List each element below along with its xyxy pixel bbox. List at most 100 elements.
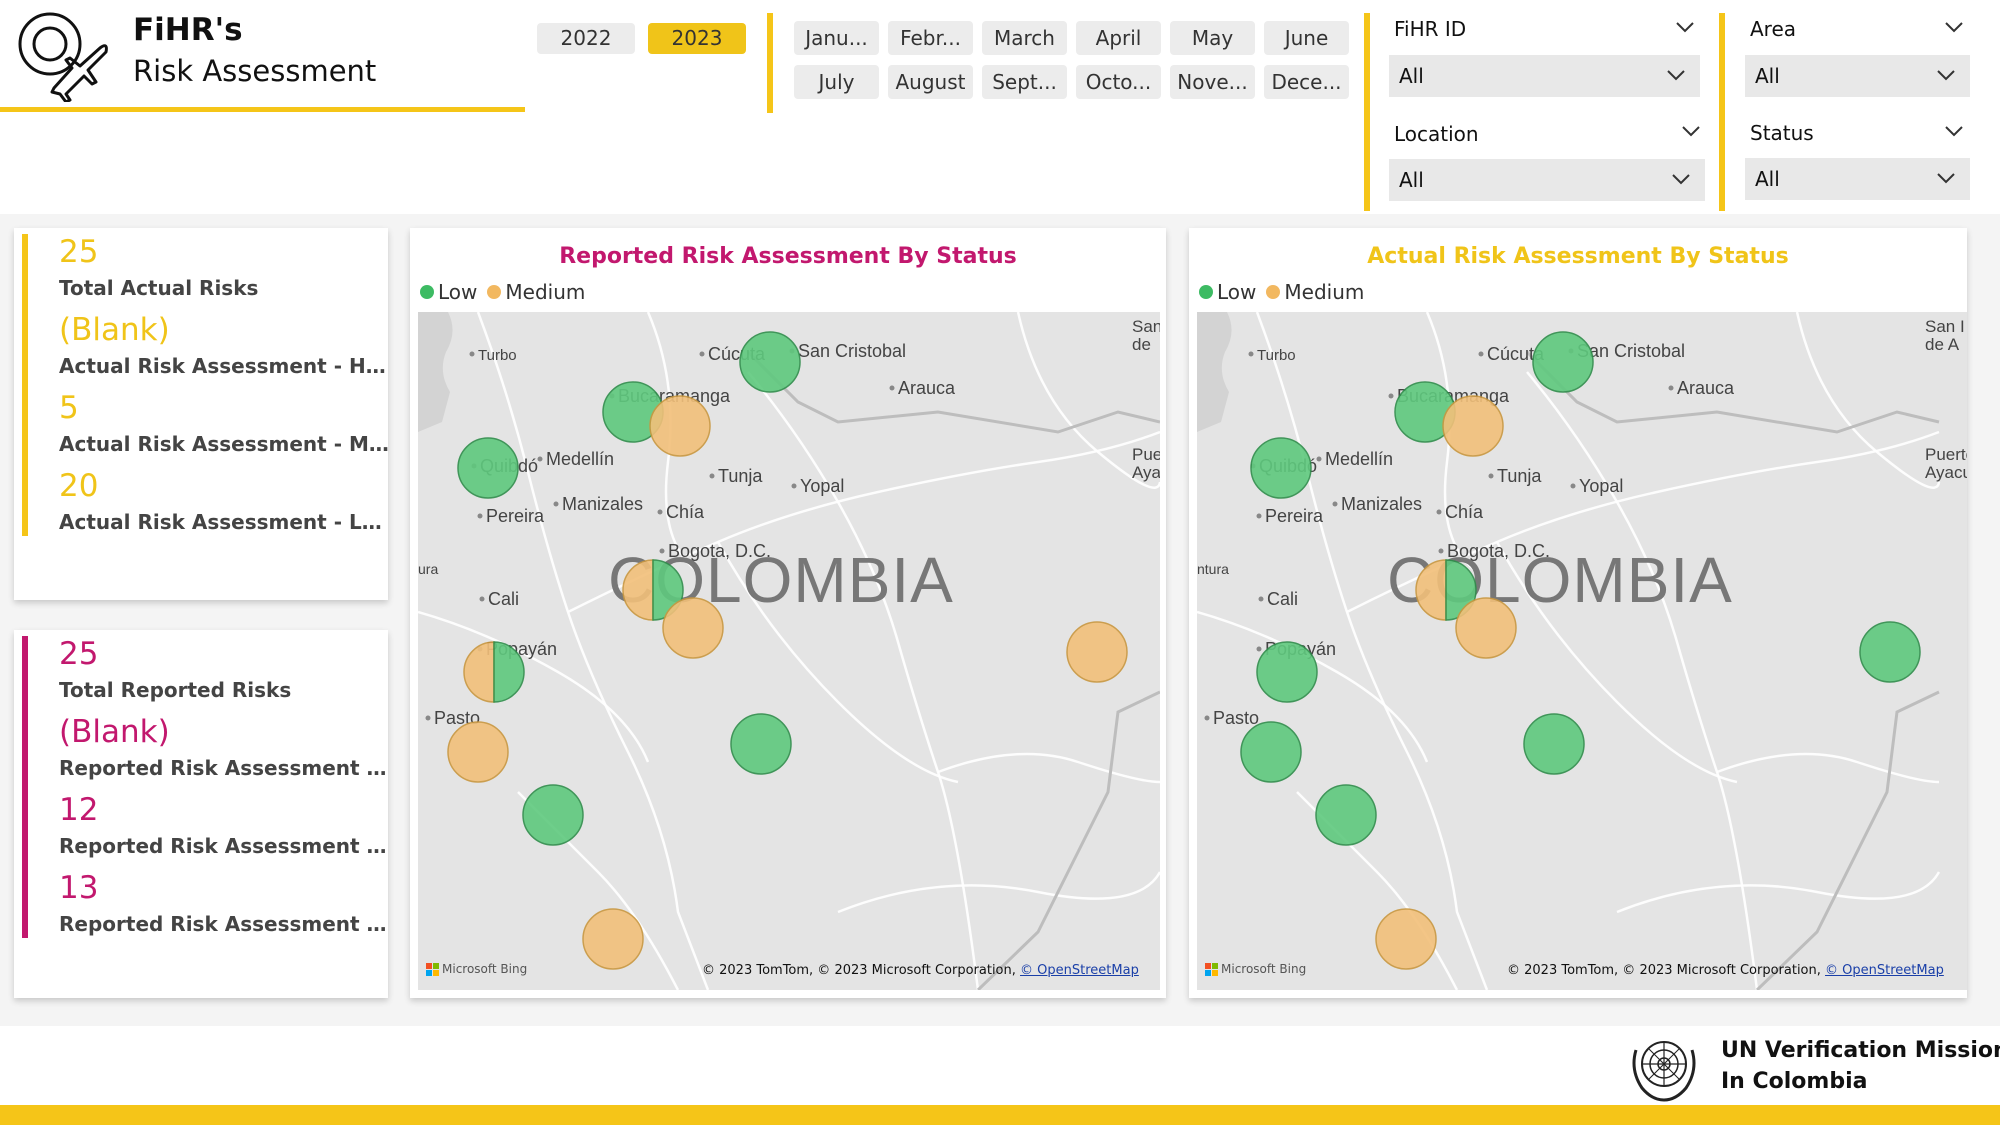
actual-high-value: (Blank) bbox=[59, 312, 170, 348]
low-bubble bbox=[1240, 721, 1302, 783]
location-filter-label: Location bbox=[1394, 122, 1479, 146]
filter-divider-2 bbox=[1719, 13, 1725, 211]
city-label: Manizales bbox=[1341, 494, 1422, 514]
city-dot bbox=[657, 509, 663, 515]
legend-dot bbox=[487, 285, 502, 299]
legend-dot bbox=[1266, 285, 1281, 299]
reported-low-value: 13 bbox=[59, 870, 99, 906]
medium-bubble bbox=[447, 721, 509, 783]
status-dropdown[interactable]: All bbox=[1745, 158, 1970, 200]
actual-map-panel: Actual Risk Assessment By Status Low Med… bbox=[1189, 228, 1967, 998]
fihr-id-dropdown[interactable]: All bbox=[1389, 55, 1700, 97]
city-dot bbox=[1256, 513, 1262, 519]
microsoft-bing-logo: Microsoft Bing bbox=[426, 962, 527, 976]
actual-risks-card: 25 Total Actual Risks (Blank) Actual Ris… bbox=[14, 228, 391, 600]
area-dropdown[interactable]: All bbox=[1745, 55, 1970, 97]
legend-medium[interactable]: Medium bbox=[1266, 280, 1364, 304]
month-button[interactable]: August bbox=[888, 65, 973, 99]
month-button[interactable]: March bbox=[982, 21, 1067, 55]
year-2023-button[interactable]: 2023 bbox=[648, 23, 746, 54]
month-button[interactable]: Sept... bbox=[982, 65, 1067, 99]
chevron-down-icon[interactable] bbox=[1944, 17, 1964, 37]
reported-map-canvas[interactable]: TurboCúcutaSan CristobalBucaramangaArauc… bbox=[418, 312, 1160, 990]
city-label: Tunja bbox=[718, 466, 763, 486]
actual-map[interactable]: Turbo Cúcuta San Cristobal Bucaramanga Arauc… bbox=[1197, 312, 1967, 990]
bing-label: Microsoft Bing bbox=[442, 962, 528, 976]
low-bubble bbox=[1250, 437, 1312, 499]
map-legend: Low Medium bbox=[1199, 280, 1374, 304]
city-dot bbox=[1256, 646, 1262, 652]
city-dot bbox=[709, 473, 715, 479]
un-mission-line2: In Colombia bbox=[1721, 1069, 1868, 1094]
month-button[interactable]: June bbox=[1264, 21, 1349, 55]
month-button[interactable]: July bbox=[794, 65, 879, 99]
filter-divider-1 bbox=[1364, 13, 1370, 211]
legend-medium-label: Medium bbox=[505, 280, 586, 304]
attribution-text: © 2023 TomTom, © 2023 Microsoft Corporat… bbox=[1507, 963, 1821, 978]
medium-bubble bbox=[1066, 621, 1128, 683]
city-dot bbox=[1258, 596, 1264, 602]
city-label: Tunja bbox=[1497, 466, 1542, 486]
split-bubble bbox=[463, 641, 525, 703]
city-dot bbox=[553, 501, 559, 507]
actual-map-canvas[interactable]: Turbo Cúcuta San CristobalBucaramanga Arauc… bbox=[1197, 312, 1967, 990]
un-mission-branding: UN Verification Mission In Colombia bbox=[1624, 1028, 2000, 1106]
medium-bubble bbox=[1442, 395, 1504, 457]
medium-bubble bbox=[662, 597, 724, 659]
low-bubble bbox=[522, 784, 584, 846]
chevron-down-icon[interactable] bbox=[1944, 121, 1964, 141]
month-button[interactable]: May bbox=[1170, 21, 1255, 55]
openstreetmap-link[interactable]: © OpenStreetMap bbox=[1020, 963, 1139, 978]
medium-bubble bbox=[582, 908, 644, 970]
month-button[interactable]: Octo... bbox=[1076, 65, 1161, 99]
fihr-id-filter-label: FiHR ID bbox=[1394, 17, 1467, 41]
reported-high-label: Reported Risk Assessment - High bbox=[59, 756, 391, 780]
plane-magnifier-logo-icon bbox=[18, 12, 108, 102]
city-dot bbox=[1478, 351, 1484, 357]
reported-map[interactable]: TurboCúcutaSan CristobalBucaramangaArauc… bbox=[418, 312, 1160, 990]
reported-medium-label: Reported Risk Assessment - Me... bbox=[59, 834, 391, 858]
city-label: San Cristobal bbox=[798, 341, 906, 361]
month-button[interactable]: April bbox=[1076, 21, 1161, 55]
month-button[interactable]: Janu... bbox=[794, 21, 879, 55]
low-bubble bbox=[730, 713, 792, 775]
city-dot bbox=[1248, 351, 1254, 357]
city-label: Cali bbox=[1267, 589, 1298, 609]
year-2022-button[interactable]: 2022 bbox=[537, 23, 635, 54]
legend-low[interactable]: Low bbox=[420, 280, 477, 304]
actual-map-title: Actual Risk Assessment By Status bbox=[1367, 244, 1789, 269]
city-dot bbox=[477, 513, 483, 519]
chevron-down-icon[interactable] bbox=[1675, 17, 1695, 37]
city-label: Yopal bbox=[1579, 476, 1623, 496]
chevron-down-icon[interactable] bbox=[1681, 121, 1701, 141]
legend-medium[interactable]: Medium bbox=[487, 280, 585, 304]
city-dot bbox=[699, 351, 705, 357]
openstreetmap-link[interactable]: © OpenStreetMap bbox=[1825, 963, 1944, 978]
low-bubble bbox=[1523, 713, 1585, 775]
chevron-down-icon bbox=[1937, 173, 1955, 184]
total-actual-risks-value: 25 bbox=[59, 234, 99, 270]
chevron-down-icon bbox=[1667, 70, 1685, 81]
city-label: Manizales bbox=[562, 494, 643, 514]
status-filter-label: Status bbox=[1750, 121, 1814, 145]
city-dot bbox=[791, 483, 797, 489]
city-dot bbox=[469, 351, 475, 357]
city-label: Arauca bbox=[898, 378, 956, 398]
footer-accent-bar bbox=[0, 1105, 2000, 1125]
map-legend: Low Medium bbox=[420, 280, 595, 304]
legend-low[interactable]: Low bbox=[1199, 280, 1256, 304]
month-button[interactable]: Dece... bbox=[1264, 65, 1349, 99]
city-label: Chía bbox=[666, 502, 705, 522]
city-label: Pasto bbox=[1213, 708, 1259, 728]
month-button[interactable]: Nove... bbox=[1170, 65, 1255, 99]
map-attribution: © 2023 TomTom, © 2023 Microsoft Corporat… bbox=[702, 963, 1139, 978]
attribution-text: © 2023 TomTom, © 2023 Microsoft Corporat… bbox=[702, 963, 1016, 978]
report-subtitle: Risk Assessment bbox=[133, 54, 377, 88]
fihr-id-dropdown-value: All bbox=[1399, 64, 1424, 88]
reported-medium-value: 12 bbox=[59, 792, 99, 828]
location-dropdown[interactable]: All bbox=[1389, 159, 1705, 201]
un-emblem-icon bbox=[1632, 1041, 1696, 1102]
low-bubble bbox=[457, 437, 519, 499]
status-dropdown-value: All bbox=[1755, 167, 1780, 191]
month-button[interactable]: Febr... bbox=[888, 21, 973, 55]
